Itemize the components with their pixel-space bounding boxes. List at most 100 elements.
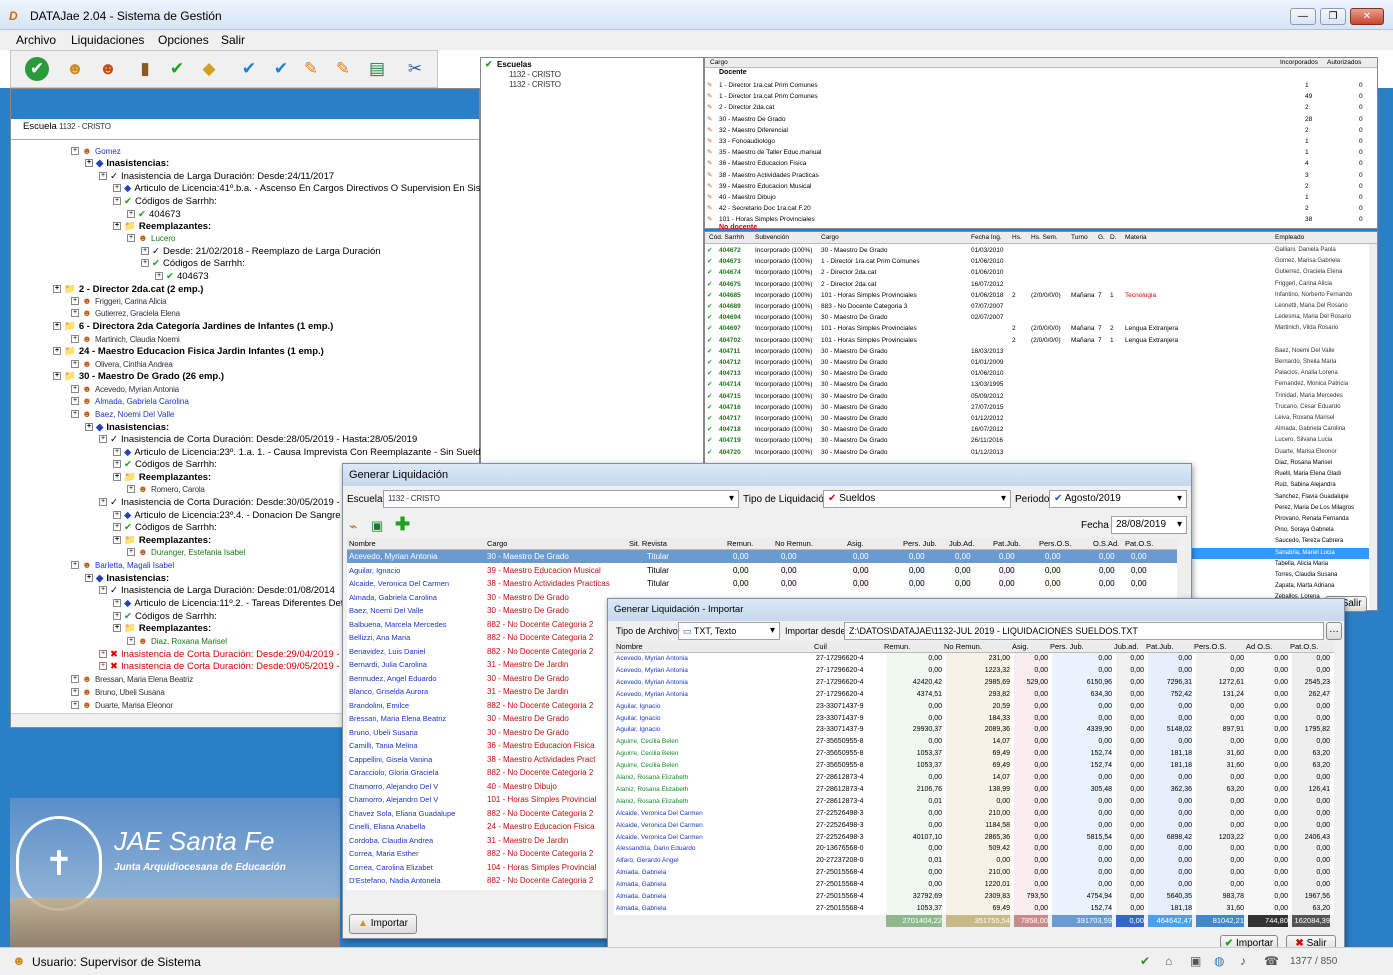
- edit-cargo-icon[interactable]: ✎: [707, 214, 712, 225]
- expand-toggle-icon[interactable]: +: [113, 460, 121, 469]
- tree-node[interactable]: + ✔ Códigos de Sarrhh:: [113, 611, 217, 623]
- broom-icon[interactable]: ⌁: [349, 518, 357, 535]
- tree-node[interactable]: + ✔ Códigos de Sarrhh:: [113, 196, 217, 208]
- edit-cargo-icon[interactable]: ✎: [707, 80, 712, 91]
- main-grid-row[interactable]: ✔ 404715 Incorporado (100%) 30 - Maestro De…: [705, 391, 1369, 402]
- imp-row[interactable]: Aguirre, Cecilia Belen 27-35650955-8 0,00 1…: [614, 736, 1334, 749]
- main-grid-row[interactable]: ✔ 404717 Incorporado (100%) 30 - Maestro De…: [705, 413, 1369, 424]
- imp-column-header[interactable]: Pat.O.S.: [1290, 641, 1318, 653]
- imp-row[interactable]: Alessandria, Dario Eduardo 20-13676568-0 0…: [614, 843, 1334, 856]
- tree-node[interactable]: + ✔ 404673: [127, 209, 181, 221]
- expand-toggle-icon[interactable]: +: [141, 259, 149, 268]
- expand-toggle-icon[interactable]: +: [85, 159, 93, 168]
- main-grid-row[interactable]: ✔ 404720 Incorporado (100%) 30 - Maestro De…: [705, 447, 1369, 458]
- tree-node[interactable]: + ✓ Inasistencia de Larga Duración: Desde:…: [99, 171, 334, 183]
- cargo-row[interactable]: ✎ 35 - Maestro de Taller Educ.manual 1 0: [705, 147, 1377, 158]
- expand-toggle-icon[interactable]: +: [113, 448, 121, 457]
- imp-row[interactable]: Acevedo, Myrian Antonia 27-17296620-4 0,00…: [614, 664, 1334, 677]
- close-button[interactable]: ✕: [1350, 8, 1384, 25]
- imp-column-header[interactable]: Pers. Jub.: [1050, 641, 1084, 653]
- expand-toggle-icon[interactable]: +: [113, 473, 121, 482]
- imp-column-header[interactable]: Pat.Jub.: [1146, 641, 1174, 653]
- expand-toggle-icon[interactable]: +: [113, 511, 121, 520]
- tree-node[interactable]: + ☻ Almada, Gabriela Carolina: [71, 396, 189, 408]
- imp-desde-input[interactable]: Z:\DATOS\DATAJAE\1132-JUL 2019 - LIQUIDA…: [844, 622, 1324, 640]
- cargo-row[interactable]: ✎ 101 - Horas Simples Provinciales 38 0: [705, 214, 1377, 225]
- tree-node[interactable]: + ☻ Baez, Noemi Del Valle: [71, 409, 174, 421]
- tree-node[interactable]: + ✖ Inasistencia de Corta Duración: Desde:…: [99, 661, 362, 673]
- main-grid-row[interactable]: ✔ 404672 Incorporado (100%) 30 - Maestro De…: [705, 245, 1369, 256]
- imp-row[interactable]: Acevedo, Myrian Antonia 27-17296620-4 0,00…: [614, 653, 1334, 665]
- edit-cargo-icon[interactable]: ✎: [707, 102, 712, 113]
- imp-column-header[interactable]: Cuil: [814, 641, 827, 653]
- tree-node[interactable]: + ☻ Duarte, Marisa Eleonor: [71, 700, 173, 712]
- gen-row[interactable]: Acevedo, Myrian Antonia 30 - Maestro De G…: [347, 550, 1177, 563]
- main-grid-scrollbar[interactable]: [1369, 244, 1377, 610]
- expand-toggle-icon[interactable]: +: [99, 586, 107, 595]
- imp-row[interactable]: Alcaide, Veronica Del Carmen 27-22526498-…: [614, 819, 1334, 832]
- tree-node[interactable]: + ☻ Romero, Carola: [127, 484, 205, 496]
- main-grid-row[interactable]: ✔ 404716 Incorporado (100%) 30 - Maestro De…: [705, 402, 1369, 413]
- imp-row[interactable]: Almada, Gabriela 27-25015568-4 0,00 1220,01…: [614, 879, 1334, 892]
- expand-toggle-icon[interactable]: +: [113, 599, 121, 608]
- gen-periodo-select[interactable]: ✔ Agosto/2019: [1049, 490, 1187, 508]
- cargo-row[interactable]: ✎ 30 - Maestro De Grado 28 0: [705, 114, 1377, 125]
- double-check-icon[interactable]: ✔: [237, 57, 261, 81]
- tree-node[interactable]: + ☻ Acevedo, Myrian Antonia: [71, 384, 179, 396]
- expand-toggle-icon[interactable]: +: [127, 210, 135, 219]
- expand-toggle-icon[interactable]: +: [99, 435, 107, 444]
- imp-column-header[interactable]: Remun.: [884, 641, 910, 653]
- expand-toggle-icon[interactable]: +: [71, 309, 79, 318]
- expand-toggle-icon[interactable]: +: [113, 184, 121, 193]
- tree-node[interactable]: + 📁 Reemplazantes:: [113, 623, 211, 635]
- main-grid-row[interactable]: ✔ 404718 Incorporado (100%) 30 - Maestro De…: [705, 424, 1369, 435]
- menu-archivo[interactable]: Archivo: [16, 33, 56, 47]
- tree-node[interactable]: + ◆ Inasistencias:: [85, 573, 169, 585]
- imp-row[interactable]: Almada, Gabriela 27-25015568-4 0,00 210,00 0…: [614, 867, 1334, 880]
- minimize-button[interactable]: —: [1290, 8, 1316, 25]
- gen-column-header[interactable]: Pat.Jub.: [993, 538, 1021, 550]
- expand-toggle-icon[interactable]: +: [71, 147, 79, 156]
- gen-column-header[interactable]: O.S.Ad.: [1093, 538, 1119, 550]
- tree-node[interactable]: + ☻ Bruno, Ubeli Susana: [71, 687, 165, 699]
- tree-node[interactable]: + 📁 24 - Maestro Educacion Fisica Jardin I…: [53, 346, 324, 358]
- main-grid-column-header[interactable]: Fecha Ing.: [971, 232, 1002, 244]
- main-grid-row[interactable]: ✔ 404719 Incorporado (100%) 30 - Maestro De…: [705, 435, 1369, 446]
- cargo-row[interactable]: ✎ 33 - Fonoaudiologo 1 0: [705, 136, 1377, 147]
- incorporados-header[interactable]: Incorporados: [1280, 58, 1318, 68]
- gen-fecha-input[interactable]: 28/08/2019: [1111, 516, 1187, 534]
- tree-node[interactable]: + ☻ Gutierrez, Graciela Elena: [71, 308, 180, 320]
- gen-column-header[interactable]: Pers.O.S.: [1039, 538, 1072, 550]
- imp-row[interactable]: Alaniz, Rosana Elizabeth 27-28612873-4 210…: [614, 783, 1334, 796]
- gen-importar-button[interactable]: ▲ Importar: [349, 914, 417, 934]
- tree-node[interactable]: + ◆ Inasistencias:: [85, 158, 169, 170]
- tree-node[interactable]: + ✔ 404673: [155, 271, 209, 283]
- main-grid-row[interactable]: ✔ 404675 Incorporado (100%) 2 - Director 2d…: [705, 279, 1369, 290]
- expand-toggle-icon[interactable]: +: [113, 523, 121, 532]
- edit-cargo-icon[interactable]: ✎: [707, 91, 712, 102]
- edit-cargo-icon[interactable]: ✎: [707, 192, 712, 203]
- expand-toggle-icon[interactable]: +: [99, 650, 107, 659]
- cargo-row[interactable]: ✎ 1 - Director 1ra.cat Prim Comunes 1 0: [705, 80, 1377, 91]
- imp-row[interactable]: Alaniz, Rosana Elizabeth 27-28612873-4 0,0…: [614, 795, 1334, 808]
- cargo-header[interactable]: Cargo: [710, 58, 728, 68]
- expand-toggle-icon[interactable]: +: [113, 612, 121, 621]
- cargo-row[interactable]: ✎ 32 - Maestro Diferencial 2 0: [705, 125, 1377, 136]
- cargo-row[interactable]: ✎ 42 - Secretario Doc 1ra.cat F.20 2 0: [705, 203, 1377, 214]
- expand-toggle-icon[interactable]: +: [85, 574, 93, 583]
- money-icon[interactable]: ▤: [365, 57, 389, 81]
- tree-node[interactable]: + ✔ Códigos de Sarrhh:: [113, 459, 217, 471]
- tree-node[interactable]: + ✖ Inasistencia de Corta Duración: Desde:…: [99, 649, 362, 661]
- main-grid-column-header[interactable]: Hs. Sem.: [1031, 232, 1058, 244]
- edit-cargo-icon[interactable]: ✎: [707, 203, 712, 214]
- gen-column-header[interactable]: Sit. Revista: [629, 538, 667, 550]
- menu-liquidaciones[interactable]: Liquidaciones: [71, 33, 144, 47]
- expand-toggle-icon[interactable]: +: [53, 372, 61, 381]
- edit-cargo-icon[interactable]: ✎: [707, 181, 712, 192]
- excel-icon[interactable]: ▣: [371, 518, 383, 534]
- tree-node[interactable]: + ☻ Lucero: [127, 233, 175, 245]
- imp-row[interactable]: Acevedo, Myrian Antonia 27-17296620-4 4374…: [614, 688, 1334, 701]
- escuela-item[interactable]: 1132 - CRISTO: [509, 80, 561, 89]
- expand-toggle-icon[interactable]: +: [71, 335, 79, 344]
- puzzle-icon[interactable]: ◆: [197, 57, 221, 81]
